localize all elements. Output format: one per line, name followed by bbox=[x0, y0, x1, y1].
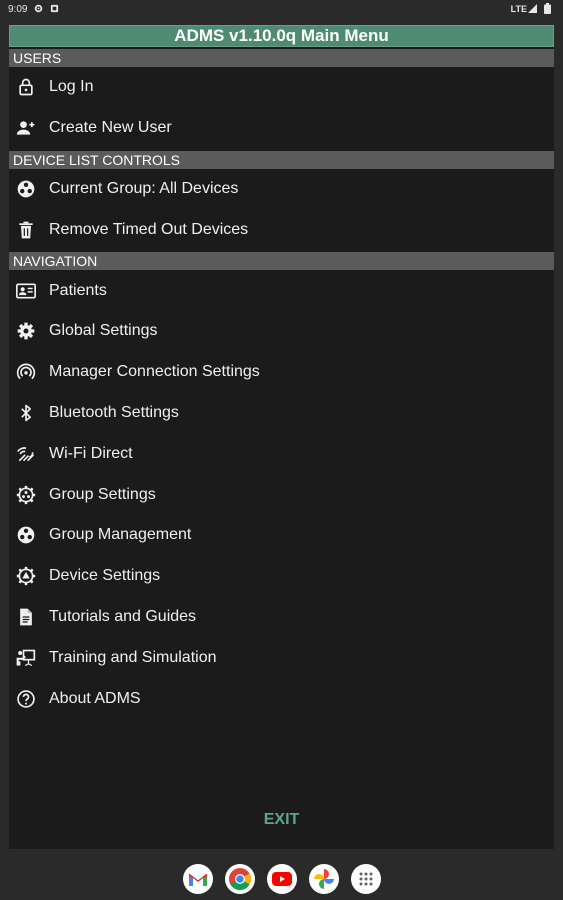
menu-item-label: Create New User bbox=[49, 119, 172, 137]
menu-item-about[interactable]: About ADMS bbox=[9, 678, 554, 719]
device-settings-icon bbox=[15, 565, 37, 587]
lock-icon bbox=[15, 76, 37, 98]
menu-item-label: Device Settings bbox=[49, 567, 161, 585]
main-menu-panel: ADMS v1.10.0q Main Menu USERS Log In Cre… bbox=[9, 25, 554, 849]
broadcast-icon bbox=[15, 361, 37, 383]
menu-item-label: Tutorials and Guides bbox=[49, 607, 197, 625]
id-card-icon bbox=[15, 280, 37, 302]
youtube-icon[interactable] bbox=[266, 864, 297, 894]
menu-item-device-settings[interactable]: Device Settings bbox=[9, 556, 554, 597]
app-drawer-icon[interactable] bbox=[350, 864, 381, 894]
menu-item-label: About ADMS bbox=[49, 689, 141, 707]
menu-item-remove-timed-out[interactable]: Remove Timed Out Devices bbox=[9, 209, 554, 250]
status-time: 9:09 bbox=[8, 4, 28, 15]
photos-icon[interactable] bbox=[308, 864, 339, 894]
notification-status-icon bbox=[49, 3, 59, 13]
menu-item-label: Log In bbox=[49, 78, 94, 96]
wifi-direct-icon bbox=[15, 443, 37, 465]
menu-item-patients[interactable]: Patients bbox=[9, 270, 554, 311]
menu-item-group-settings[interactable]: Group Settings bbox=[9, 474, 554, 515]
menu-item-label: Current Group: All Devices bbox=[49, 179, 239, 197]
menu-item-label: Patients bbox=[49, 281, 107, 299]
help-icon bbox=[15, 688, 37, 710]
network-type: LTE bbox=[510, 4, 527, 14]
gear-icon bbox=[15, 320, 37, 342]
add-user-icon bbox=[15, 117, 37, 139]
group-settings-icon bbox=[15, 484, 37, 506]
menu-title: ADMS v1.10.0q Main Menu bbox=[9, 25, 554, 47]
menu-item-current-group[interactable]: Current Group: All Devices bbox=[9, 169, 554, 210]
gmail-icon[interactable] bbox=[182, 864, 213, 894]
signal-icon bbox=[528, 4, 537, 16]
section-users: USERS bbox=[9, 49, 554, 67]
menu-item-label: Global Settings bbox=[49, 322, 158, 340]
menu-item-training[interactable]: Training and Simulation bbox=[9, 637, 554, 678]
menu-item-label: Group Management bbox=[49, 526, 192, 544]
menu-item-label: Wi-Fi Direct bbox=[49, 444, 133, 462]
menu-item-label: Bluetooth Settings bbox=[49, 403, 179, 421]
menu-item-label: Manager Connection Settings bbox=[49, 363, 260, 381]
menu-item-log-in[interactable]: Log In bbox=[9, 67, 554, 108]
status-bar: 9:09 LTE bbox=[0, 0, 563, 20]
document-icon bbox=[15, 606, 37, 628]
menu-item-label: Group Settings bbox=[49, 485, 156, 503]
trash-icon bbox=[15, 219, 37, 241]
menu-item-label: Training and Simulation bbox=[49, 648, 217, 666]
exit-button[interactable]: EXIT bbox=[9, 811, 554, 829]
app-dock bbox=[0, 858, 563, 900]
menu-item-global-settings[interactable]: Global Settings bbox=[9, 311, 554, 352]
menu-item-wifi-direct[interactable]: Wi-Fi Direct bbox=[9, 433, 554, 474]
menu-item-label: Remove Timed Out Devices bbox=[49, 220, 249, 238]
menu-item-group-management[interactable]: Group Management bbox=[9, 515, 554, 556]
section-device-list-controls: DEVICE LIST CONTROLS bbox=[9, 150, 554, 169]
menu-item-create-new-user[interactable]: Create New User bbox=[9, 108, 554, 149]
settings-status-icon bbox=[33, 3, 43, 13]
section-navigation: NAVIGATION bbox=[9, 252, 554, 271]
menu-item-tutorials[interactable]: Tutorials and Guides bbox=[9, 597, 554, 638]
training-icon bbox=[15, 647, 37, 669]
group-icon bbox=[15, 524, 37, 546]
battery-icon bbox=[544, 3, 551, 17]
menu-item-bluetooth-settings[interactable]: Bluetooth Settings bbox=[9, 393, 554, 434]
chrome-icon[interactable] bbox=[224, 864, 255, 894]
group-icon bbox=[15, 178, 37, 200]
menu-item-manager-connection[interactable]: Manager Connection Settings bbox=[9, 352, 554, 393]
bluetooth-icon bbox=[15, 402, 37, 424]
screen: 9:09 LTE ADMS v1.10.0q Main Menu USERS L… bbox=[0, 0, 563, 900]
